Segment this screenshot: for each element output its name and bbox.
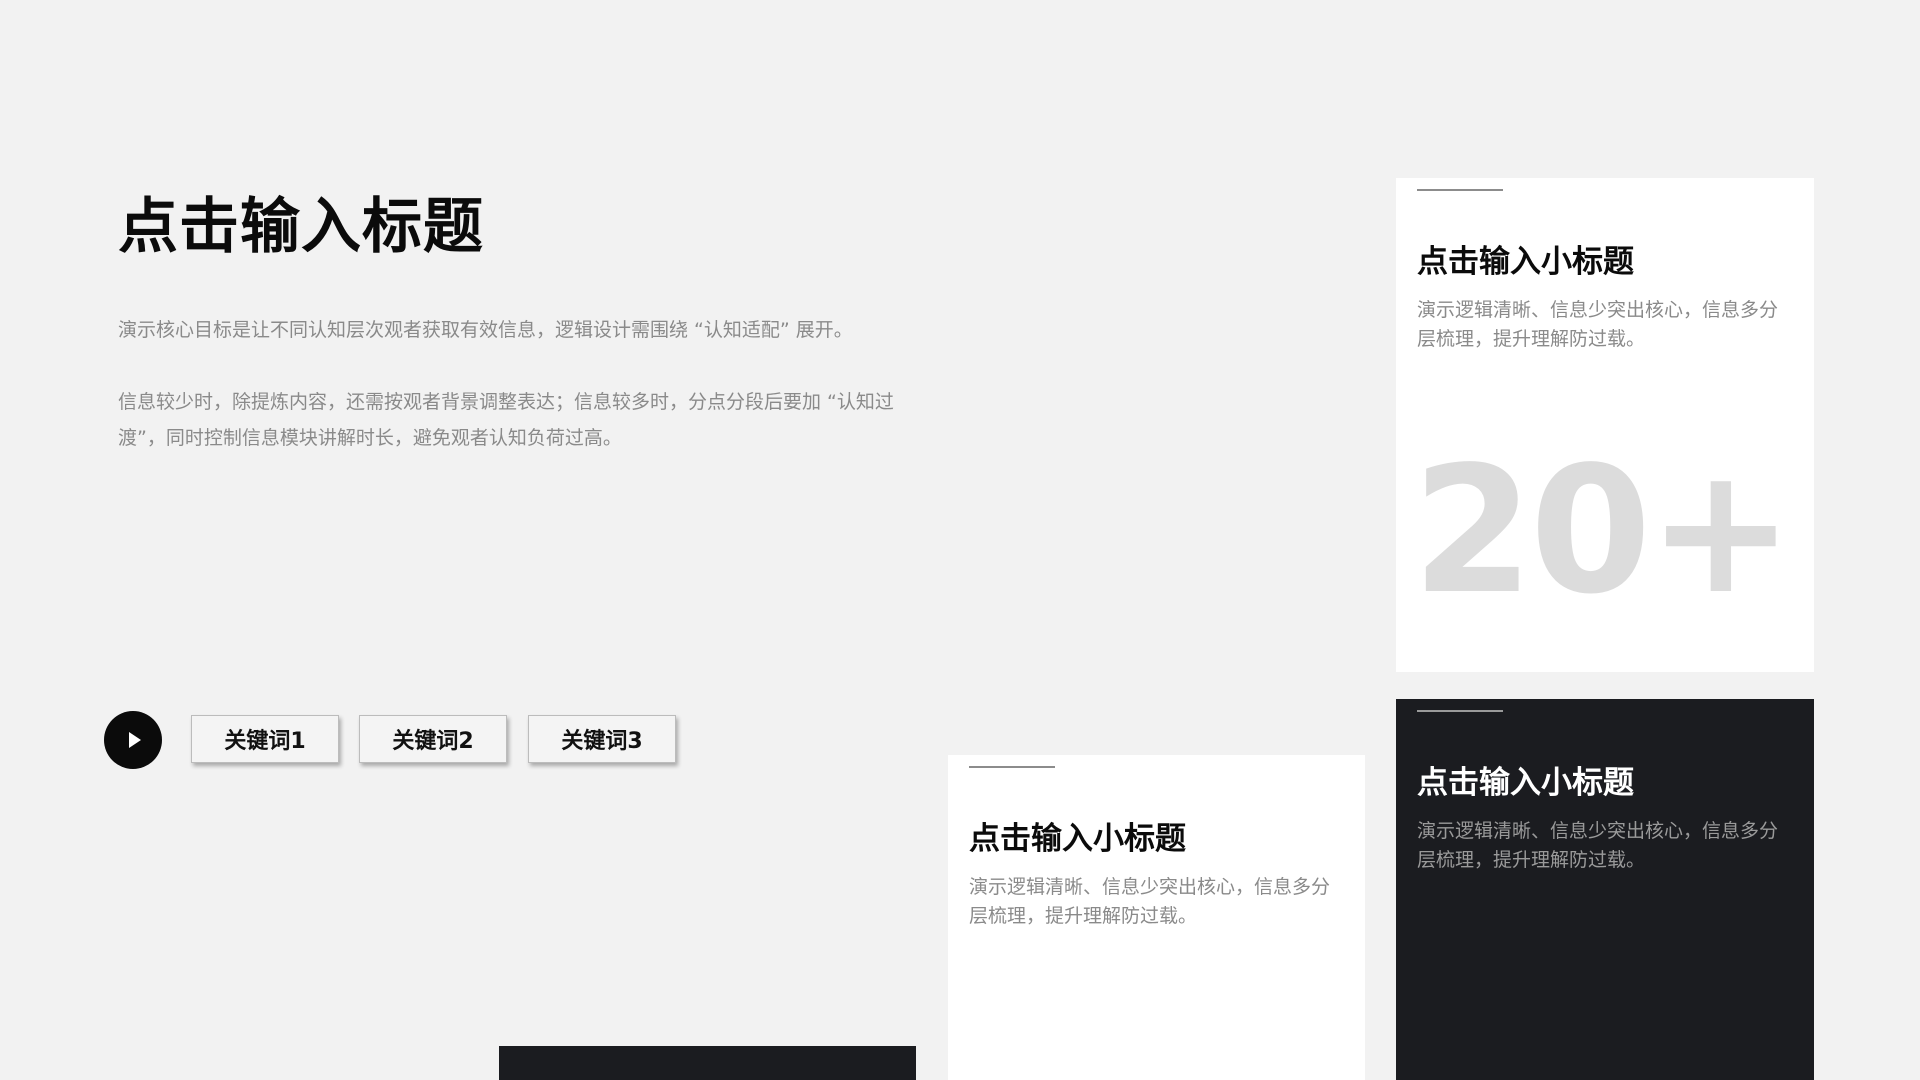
intro-paragraph-2[interactable]: 信息较少时，除提炼内容，还需按观者背景调整表达；信息较多时，分点分段后要加 “认… <box>118 384 918 456</box>
card-body-text[interactable]: 演示逻辑清晰、信息少突出核心，信息多分层梳理，提升理解防过载。 <box>1417 817 1793 875</box>
page-title[interactable]: 点击输入标题 <box>118 178 484 265</box>
card-divider-line <box>1417 710 1503 712</box>
card-body-text[interactable]: 演示逻辑清晰、信息少突出核心，信息多分层梳理，提升理解防过载。 <box>969 873 1345 931</box>
stat-number[interactable]: 20+ <box>1412 444 1794 619</box>
intro-paragraph-1[interactable]: 演示核心目标是让不同认知层次观者获取有效信息，逻辑设计需围绕 “认知适配” 展开… <box>118 312 918 348</box>
keyword-button-1[interactable]: 关键词1 <box>191 715 339 763</box>
card-divider-line <box>1417 189 1503 191</box>
keyword-button-2[interactable]: 关键词2 <box>359 715 507 763</box>
card-bottom-right: 点击输入小标题 演示逻辑清晰、信息少突出核心，信息多分层梳理，提升理解防过载。 <box>1396 699 1814 1080</box>
card-bottom-middle: 点击输入小标题 演示逻辑清晰、信息少突出核心，信息多分层梳理，提升理解防过载。 <box>948 755 1365 1080</box>
card-body-text[interactable]: 演示逻辑清晰、信息少突出核心，信息多分层梳理，提升理解防过载。 <box>1417 296 1793 354</box>
card-subtitle[interactable]: 点击输入小标题 <box>1417 757 1634 802</box>
card-top-right: 点击输入小标题 演示逻辑清晰、信息少突出核心，信息多分层梳理，提升理解防过载。 … <box>1396 178 1814 672</box>
keyword-button-3[interactable]: 关键词3 <box>528 715 676 763</box>
slide-canvas: 点击输入标题 演示核心目标是让不同认知层次观者获取有效信息，逻辑设计需围绕 “认… <box>0 0 1920 1080</box>
card-subtitle[interactable]: 点击输入小标题 <box>969 813 1186 858</box>
play-button[interactable] <box>104 711 162 769</box>
play-icon <box>129 732 141 748</box>
card-bottom-left <box>499 1046 916 1080</box>
card-subtitle[interactable]: 点击输入小标题 <box>1417 236 1634 281</box>
card-divider-line <box>969 766 1055 768</box>
